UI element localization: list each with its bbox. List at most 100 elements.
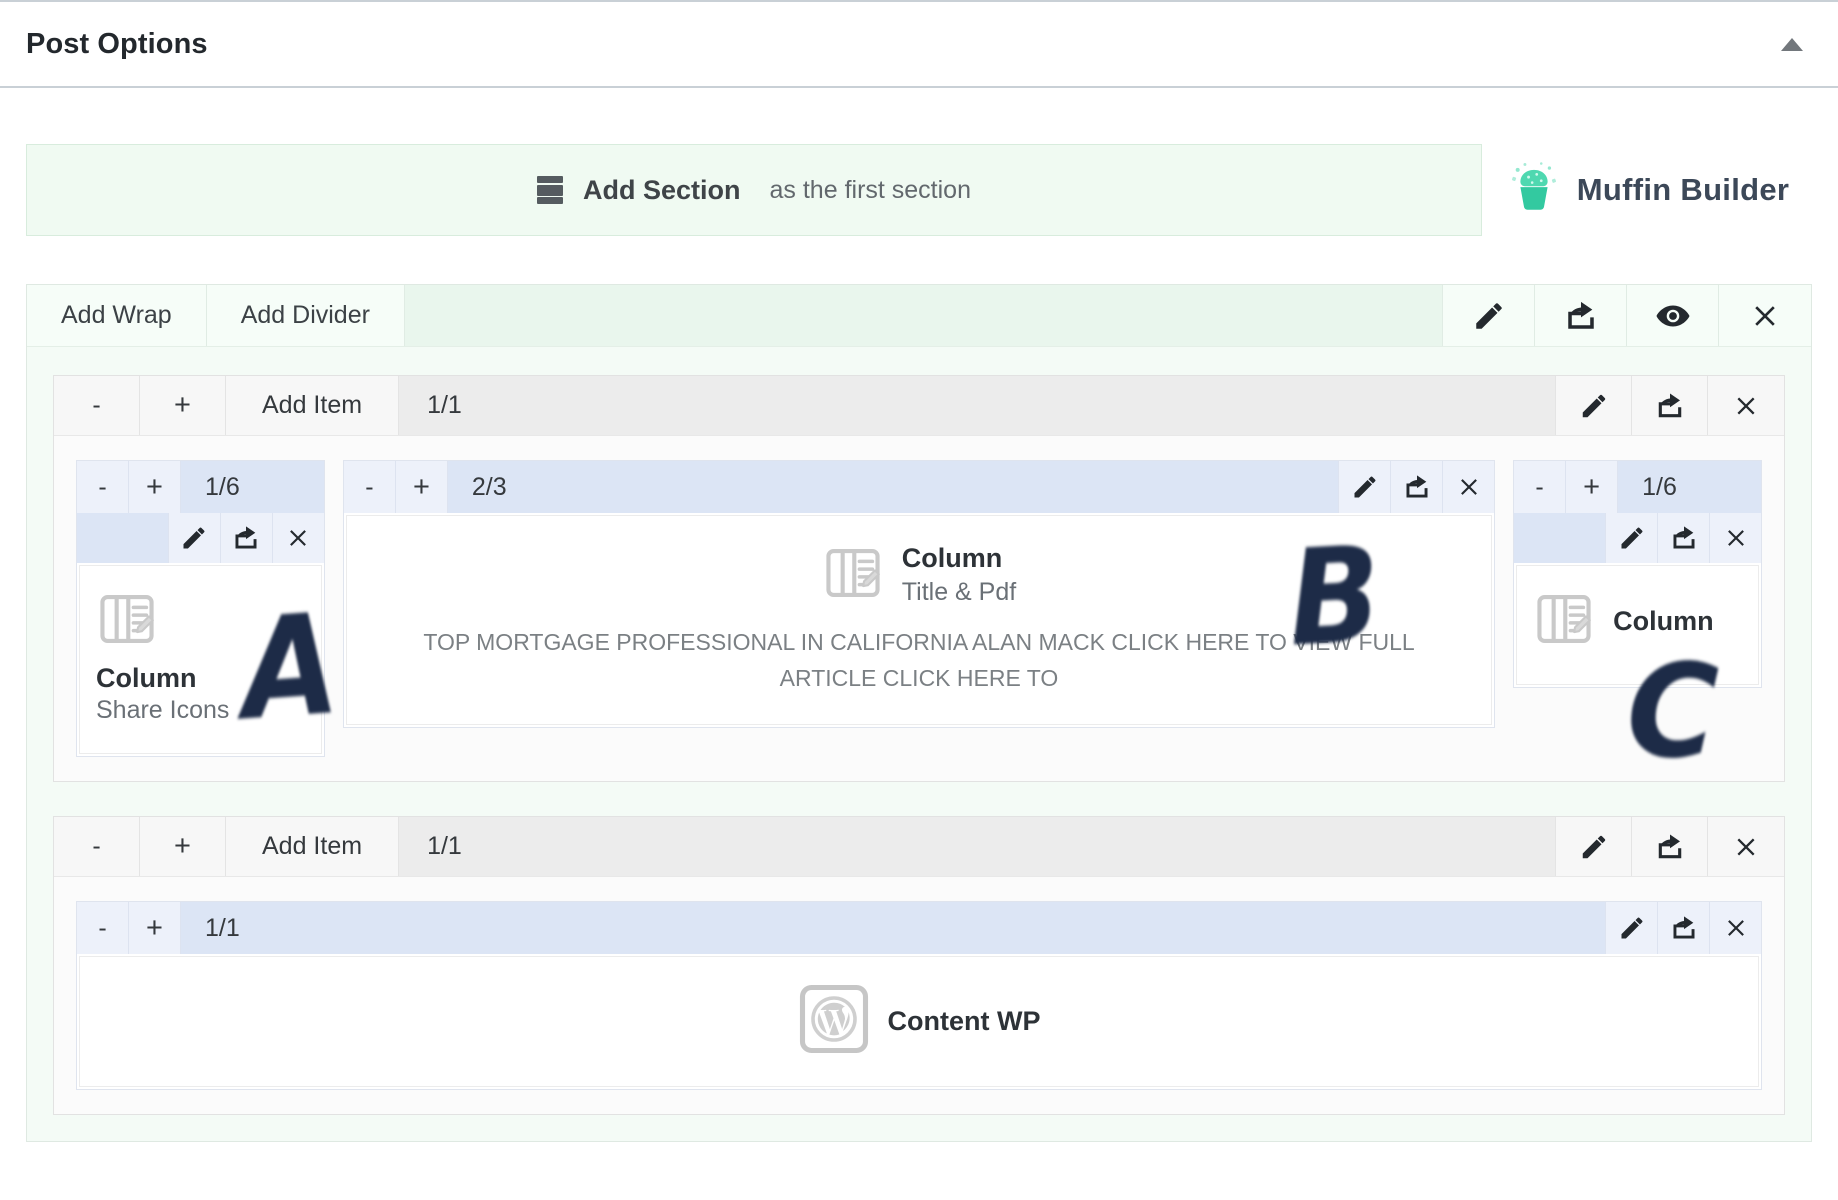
column-right-minus-button[interactable]: - bbox=[1514, 461, 1567, 513]
edit-pencil-icon bbox=[1582, 835, 1605, 858]
close-x-icon bbox=[1727, 530, 1744, 546]
close-x-icon bbox=[1755, 305, 1775, 326]
column-center-icons bbox=[1338, 461, 1495, 513]
wrap-2-edit-button[interactable] bbox=[1556, 817, 1632, 876]
close-x-icon bbox=[1727, 920, 1744, 936]
section-icon bbox=[537, 176, 563, 204]
content-wp-row: Content WP bbox=[96, 983, 1742, 1060]
column-1-6-right: - + 1/6 Column bbox=[1513, 460, 1762, 688]
section-edit-button[interactable] bbox=[1443, 285, 1535, 346]
column-right-item[interactable]: Column bbox=[1516, 565, 1759, 685]
column-right-icon-row bbox=[1514, 513, 1761, 563]
eye-visibility-icon bbox=[1656, 305, 1689, 326]
add-section-inner: Add Section as the first section bbox=[537, 175, 971, 206]
column-center-minus-button[interactable]: - bbox=[343, 461, 396, 513]
column-right-plus-button[interactable]: + bbox=[1566, 461, 1619, 513]
column-right-item-row: Column bbox=[1533, 588, 1742, 655]
column-left-size-label: 1/6 bbox=[181, 461, 324, 513]
column-1-1-minus-button[interactable]: - bbox=[77, 902, 129, 954]
column-doc-pencil-icon bbox=[96, 594, 158, 654]
column-right-export-button[interactable] bbox=[1657, 513, 1709, 563]
column-right-size-label: 1/6 bbox=[1618, 461, 1761, 513]
column-1-1-icons bbox=[1605, 902, 1761, 954]
add-divider-button[interactable]: Add Divider bbox=[206, 285, 405, 346]
column-center-plus-button[interactable]: + bbox=[395, 461, 448, 513]
column-left-export-button[interactable] bbox=[219, 513, 272, 563]
wrap-2-toolbar: - + Add Item 1/1 bbox=[54, 817, 1784, 877]
wrap-2-minus-button[interactable]: - bbox=[54, 817, 140, 876]
export-icon bbox=[1658, 393, 1681, 417]
wrap-1-toolbar: - + Add Item 1/1 bbox=[54, 376, 1784, 436]
edit-pencil-icon bbox=[183, 527, 205, 549]
column-doc-pencil-icon bbox=[822, 542, 884, 609]
section-container: Add Wrap Add Divider - + Add Item 1/1 - … bbox=[26, 284, 1812, 1142]
page-title: Post Options bbox=[26, 27, 208, 60]
close-x-icon bbox=[290, 530, 307, 546]
wordpress-icon bbox=[798, 983, 870, 1060]
column-left-close-button[interactable] bbox=[271, 513, 324, 563]
close-x-icon bbox=[1737, 837, 1755, 856]
export-icon bbox=[1658, 834, 1681, 858]
wrap-1-size-label: 1/1 bbox=[399, 376, 1556, 435]
panel-header: Post Options bbox=[0, 0, 1838, 88]
triangle-up-glyph bbox=[1781, 37, 1803, 51]
column-1-1: - + 1/1 Content WP bbox=[76, 901, 1762, 1090]
wrap-2-add-item-button[interactable]: Add Item bbox=[226, 817, 400, 876]
post-options-page: Post Options Add Section as the first se… bbox=[0, 0, 1838, 1200]
edit-pencil-icon bbox=[1621, 527, 1642, 549]
section-visibility-button[interactable] bbox=[1627, 285, 1719, 346]
column-left-edit-button[interactable] bbox=[167, 513, 220, 563]
wrap-2-export-button[interactable] bbox=[1632, 817, 1708, 876]
wrap-1-edit-button[interactable] bbox=[1556, 376, 1632, 435]
wrap-2-close-button[interactable] bbox=[1708, 817, 1784, 876]
column-center-item[interactable]: Column Title & Pdf TOP MORTGAGE PROFESSI… bbox=[345, 515, 1493, 726]
column-1-6-left: - + 1/6 Column Share Icons bbox=[76, 460, 325, 757]
column-right-edit-button[interactable] bbox=[1605, 513, 1657, 563]
wrap-1-add-item-button[interactable]: Add Item bbox=[226, 376, 400, 435]
muffin-builder: Add Section as the first section Muffin … bbox=[0, 144, 1838, 1142]
wrap-1-minus-button[interactable]: - bbox=[54, 376, 140, 435]
builder-topbar: Add Section as the first section Muffin … bbox=[26, 144, 1812, 236]
wrap-1-plus-button[interactable]: + bbox=[140, 376, 226, 435]
muffin-builder-logo: Muffin Builder bbox=[1482, 144, 1812, 236]
add-wrap-button[interactable]: Add Wrap bbox=[27, 285, 207, 346]
cupcake-icon bbox=[1505, 159, 1563, 222]
column-left-item[interactable]: Column Share Icons bbox=[79, 565, 322, 754]
wrap-2-plus-button[interactable]: + bbox=[140, 817, 226, 876]
column-left-item-title: Column bbox=[96, 663, 197, 693]
wrap-1-body: - + 1/6 Column Share Icons - + 2/3 Colum… bbox=[54, 436, 1784, 781]
column-center-export-button[interactable] bbox=[1390, 461, 1443, 513]
wrap-2-body: - + 1/1 Content WP bbox=[54, 877, 1784, 1114]
section-close-button[interactable] bbox=[1719, 285, 1811, 346]
column-1-1-plus-button[interactable]: + bbox=[129, 902, 181, 954]
column-1-1-item[interactable]: Content WP bbox=[79, 956, 1759, 1087]
column-1-1-header: - + 1/1 bbox=[77, 902, 1761, 954]
section-body: - + Add Item 1/1 - + 1/6 Column Share Ic… bbox=[27, 347, 1811, 1141]
column-center-item-subtitle: Title & Pdf bbox=[901, 577, 1017, 606]
column-right-item-text: Column bbox=[1613, 606, 1714, 638]
edit-pencil-icon bbox=[1354, 476, 1376, 498]
export-icon bbox=[1673, 526, 1694, 549]
column-1-1-export-button[interactable] bbox=[1657, 902, 1709, 954]
section-export-button[interactable] bbox=[1535, 285, 1627, 346]
column-center-header: - + 2/3 bbox=[343, 461, 1495, 513]
column-left-minus-button[interactable]: - bbox=[77, 461, 129, 513]
wrap-1-close-button[interactable] bbox=[1708, 376, 1784, 435]
export-icon bbox=[1406, 475, 1428, 498]
section-toolbar: Add Wrap Add Divider bbox=[27, 285, 1811, 347]
add-section-button[interactable]: Add Section as the first section bbox=[26, 144, 1482, 236]
wrap-2: - + Add Item 1/1 - + 1/1 Content WP bbox=[53, 816, 1785, 1115]
column-center-edit-button[interactable] bbox=[1338, 461, 1391, 513]
triangle-up-icon[interactable] bbox=[1772, 24, 1812, 64]
column-right-icon-spacer bbox=[1514, 513, 1605, 563]
column-left-header: - + 1/6 bbox=[77, 461, 324, 513]
column-left-plus-button[interactable]: + bbox=[129, 461, 181, 513]
section-toolbar-spacer bbox=[404, 285, 1443, 346]
column-1-1-edit-button[interactable] bbox=[1605, 902, 1657, 954]
edit-pencil-icon bbox=[1621, 917, 1642, 939]
column-1-1-close-button[interactable] bbox=[1709, 902, 1761, 954]
column-left-item-stack: Column Share Icons bbox=[96, 588, 305, 725]
column-center-close-button[interactable] bbox=[1442, 461, 1495, 513]
wrap-1-export-button[interactable] bbox=[1632, 376, 1708, 435]
column-right-close-button[interactable] bbox=[1709, 513, 1761, 563]
